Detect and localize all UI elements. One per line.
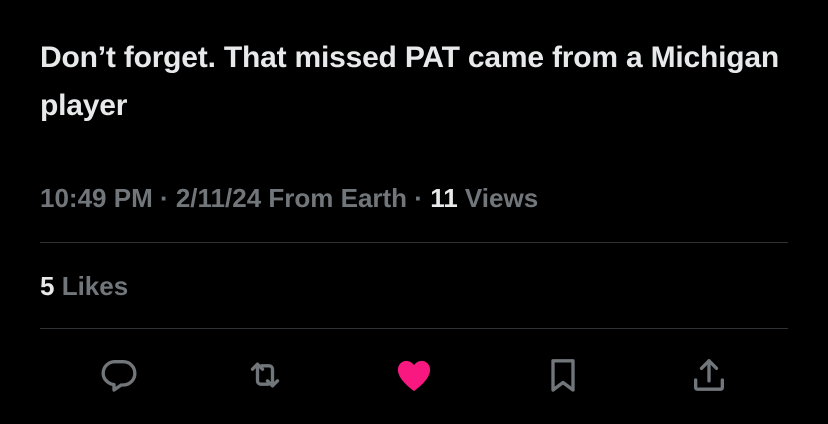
retweet-icon [250, 362, 280, 388]
views-label: Views [457, 183, 539, 213]
tweet-time[interactable]: 10:49 PM [40, 183, 153, 213]
reply-icon [101, 360, 137, 392]
views-count: 11 [430, 183, 458, 213]
tweet-text: Don’t forget. That missed PAT came from … [40, 41, 779, 122]
divider [40, 242, 788, 243]
heart-icon [397, 360, 431, 392]
likes-count: 5 [40, 271, 55, 301]
likes-label: Likes [54, 271, 129, 301]
tweet-action-bar [0, 350, 828, 400]
divider [40, 328, 788, 329]
share-button[interactable] [684, 350, 734, 400]
retweet-button[interactable] [240, 350, 290, 400]
bookmark-icon [551, 359, 575, 392]
reply-button[interactable] [94, 350, 144, 400]
tweet-date[interactable]: 2/11/24 [176, 183, 261, 213]
likes-stat[interactable]: 5 Likes [40, 268, 128, 304]
like-button[interactable] [389, 350, 439, 400]
share-icon [694, 359, 724, 391]
meta-separator: · [407, 183, 431, 213]
bookmark-button[interactable] [538, 350, 588, 400]
tweet-metadata: 10:49 PM · 2/11/24 From Earth · 11 Views [40, 180, 538, 216]
tweet-source: From Earth [261, 183, 408, 213]
meta-separator: · [152, 183, 176, 213]
